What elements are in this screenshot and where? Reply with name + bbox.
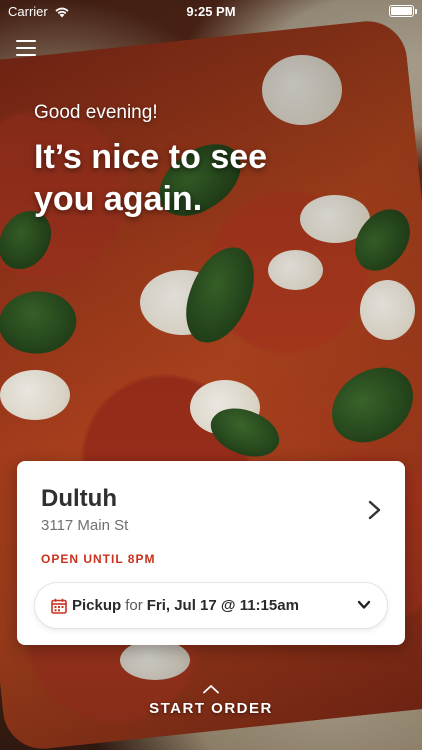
status-bar: Carrier 9:25 PM: [0, 0, 422, 22]
chevron-right-icon[interactable]: [365, 499, 383, 521]
welcome-headline: It’s nice to see you again.: [34, 138, 268, 218]
chevron-up-icon: [203, 685, 219, 694]
store-hours-status: OPEN UNTIL 8PM: [41, 552, 156, 566]
menu-icon[interactable]: [16, 40, 36, 56]
calendar-icon: [51, 598, 67, 614]
location-card[interactable]: Dultuh 3117 Main St OPEN UNTIL 8PM Picku…: [17, 461, 405, 645]
battery-icon: [389, 5, 417, 17]
greeting-text: Good evening!: [34, 102, 158, 123]
order-mode: Pickup: [72, 597, 122, 614]
order-datetime: Fri, Jul 17 @ 11:15am: [146, 597, 299, 614]
store-name: Dultuh: [41, 485, 117, 512]
start-order-label: START ORDER: [149, 700, 273, 717]
status-time: 9:25 PM: [186, 4, 236, 19]
store-address: 3117 Main St: [41, 517, 129, 534]
order-time-selector[interactable]: Pickup for Fri, Jul 17 @ 11:15am: [34, 582, 388, 629]
chevron-down-icon: [357, 600, 371, 609]
start-order-button[interactable]: START ORDER: [0, 684, 422, 717]
order-connector: for: [125, 597, 143, 614]
